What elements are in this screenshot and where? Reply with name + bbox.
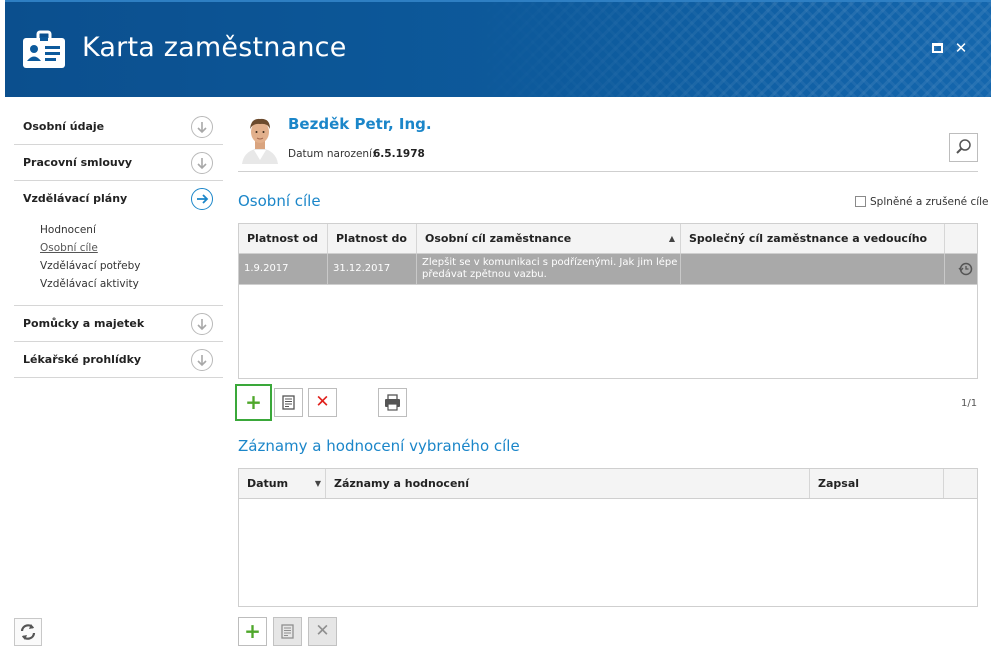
dob-label: Datum narození: — [288, 148, 376, 160]
sidebar-subitem-osobni-cile[interactable]: Osobní cíle — [40, 242, 98, 254]
dob-value: 6.5.1978 — [373, 148, 425, 160]
records-table-header: Datum ▼ Záznamy a hodnocení Zapsal — [239, 469, 977, 499]
header-divider — [238, 171, 978, 172]
table-row[interactable]: 1.9.2017 31.12.2017 Zlepšit se v komunik… — [239, 254, 977, 285]
sidebar-item-vzdelavaci-plany[interactable]: Vzdělávací plány — [14, 182, 223, 217]
sidebar-subitem-vzdelavaci-potreby[interactable]: Vzdělávací potřeby — [40, 260, 140, 272]
edit-document-icon — [282, 395, 295, 410]
window-title: Karta zaměstnance — [82, 32, 347, 63]
sidebar-item-pracovni-smlouvy[interactable]: Pracovní smlouvy — [14, 146, 223, 181]
plus-icon: + — [244, 619, 261, 643]
sidebar-item-pomucky-a-majetek[interactable]: Pomůcky a majetek — [14, 307, 223, 342]
arrow-down-circle-icon — [191, 313, 213, 335]
column-header-personal-goal[interactable]: Osobní cíl zaměstnance ▲ — [417, 224, 681, 253]
refresh-icon — [20, 624, 36, 640]
printer-icon — [385, 394, 400, 411]
records-table: Datum ▼ Záznamy a hodnocení Zapsal — [238, 468, 978, 607]
cell-personal-goal: Zlepšit se v komunikaci s podřízenými. J… — [417, 254, 681, 284]
cell-shared-goal — [681, 254, 945, 284]
sidebar-subitem-vzdelavaci-aktivity[interactable]: Vzdělávací aktivity — [40, 278, 139, 290]
employee-name: Bezděk Petr, Ing. — [288, 115, 432, 133]
column-header-valid-from[interactable]: Platnost od — [239, 224, 328, 253]
arrow-down-circle-icon — [191, 349, 213, 371]
cell-personal-goal-line: Zlepšit se v komunikaci s podřízenými. J… — [422, 257, 678, 268]
edit-record-button[interactable] — [273, 617, 302, 646]
column-header-actions — [944, 469, 977, 498]
sidebar-item-label: Lékařské prohlídky — [23, 353, 142, 366]
pager: 1/1 — [961, 398, 978, 409]
column-header-date[interactable]: Datum ▼ — [239, 469, 326, 498]
goals-section-title: Osobní cíle — [238, 192, 321, 210]
title-bar: Karta zaměstnance ✕ — [5, 0, 991, 97]
arrow-down-circle-icon — [191, 116, 213, 138]
sidebar-divider — [14, 305, 223, 306]
search-button[interactable] — [949, 133, 978, 162]
edit-document-icon — [281, 624, 294, 639]
history-icon[interactable] — [954, 254, 976, 284]
maximize-icon — [932, 43, 943, 53]
delete-record-button[interactable]: ✕ — [308, 617, 337, 646]
employee-photo — [240, 112, 280, 164]
sidebar-item-osobni-udaje[interactable]: Osobní údaje — [14, 110, 223, 145]
cell-history[interactable] — [945, 254, 977, 284]
delete-icon: ✕ — [315, 392, 330, 412]
add-record-button[interactable]: + — [238, 617, 267, 646]
goals-table: Platnost od Platnost do Osobní cíl zaměs… — [238, 223, 978, 379]
sidebar-item-label: Pracovní smlouvy — [23, 156, 133, 169]
goals-table-header: Platnost od Platnost do Osobní cíl zaměs… — [239, 224, 977, 254]
column-header-valid-to[interactable]: Platnost do — [328, 224, 417, 253]
column-header-author[interactable]: Zapsal — [810, 469, 944, 498]
column-header-label: Osobní cíl zaměstnance — [425, 232, 572, 245]
column-header-shared-goal[interactable]: Společný cíl zaměstnance a vedoucího — [681, 224, 945, 253]
cell-personal-goal-line: předávat zpětnou vazbu. — [422, 269, 547, 280]
edit-goal-button[interactable] — [274, 388, 303, 417]
close-button[interactable]: ✕ — [953, 40, 969, 56]
completed-goals-filter[interactable]: Splněné a zrušené cíle — [855, 196, 989, 208]
sidebar-item-lekarske-prohlidky[interactable]: Lékařské prohlídky — [14, 343, 223, 378]
plus-icon: + — [245, 390, 262, 414]
sort-ascending-icon: ▲ — [668, 234, 675, 243]
column-header-actions — [945, 224, 977, 253]
sidebar-item-label: Osobní údaje — [23, 120, 105, 133]
id-card-icon — [23, 30, 65, 68]
delete-icon: ✕ — [315, 621, 330, 641]
arrow-down-circle-icon — [191, 152, 213, 174]
completed-goals-label: Splněné a zrušené cíle — [870, 196, 989, 208]
add-goal-button[interactable]: + — [235, 384, 272, 421]
column-header-label: Datum — [247, 477, 289, 490]
print-button[interactable] — [378, 388, 407, 417]
chevron-down-icon: ▼ — [314, 479, 321, 488]
arrow-right-circle-icon — [191, 188, 213, 210]
sidebar-subitem-hodnoceni[interactable]: Hodnocení — [40, 224, 96, 236]
cell-valid-from: 1.9.2017 — [239, 254, 328, 284]
completed-goals-checkbox[interactable] — [855, 196, 866, 207]
refresh-button[interactable] — [14, 618, 42, 646]
records-section-title: Záznamy a hodnocení vybraného cíle — [238, 437, 520, 455]
search-icon — [956, 139, 971, 154]
column-header-records[interactable]: Záznamy a hodnocení — [326, 469, 810, 498]
delete-goal-button[interactable]: ✕ — [308, 388, 337, 417]
maximize-button[interactable] — [929, 40, 945, 56]
sidebar-item-label: Vzdělávací plány — [23, 192, 128, 205]
cell-valid-to: 31.12.2017 — [328, 254, 417, 284]
sidebar-item-label: Pomůcky a majetek — [23, 317, 145, 330]
